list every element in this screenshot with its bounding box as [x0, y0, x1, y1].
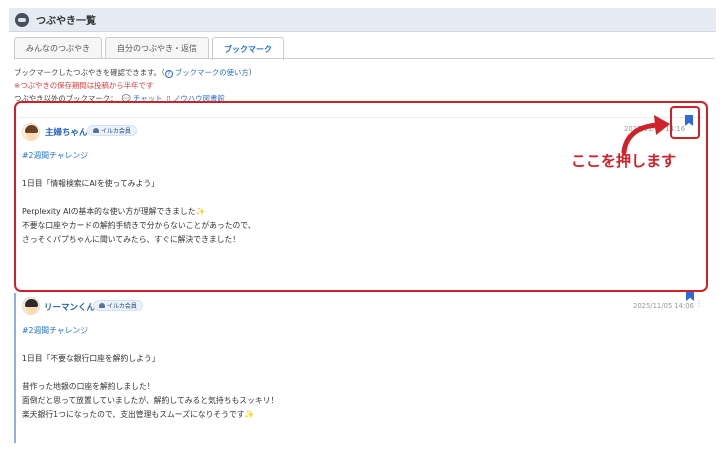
member-badge: イルカ会員 [93, 300, 143, 311]
hashtag[interactable]: #2週間チャレンジ [22, 324, 278, 338]
more-menu-icon[interactable]: ⋮ [695, 300, 703, 308]
chat-link[interactable]: 💬 チャット [121, 94, 162, 103]
retention-notice: ※つぶやきの保存期間は投稿から半年です [14, 81, 154, 90]
chat-icon: 💬 [121, 94, 131, 103]
dolphin-icon [99, 303, 105, 308]
tab-bar: みんなのつぶやき 自分のつぶやき・返信 ブックマーク [14, 37, 287, 60]
sparkle-icon: ✨ [244, 410, 255, 419]
page-title: つぶやき一覧 [36, 16, 96, 27]
timestamp: 2025/11/05 14:06 [633, 302, 694, 310]
book-icon: ▯ [166, 94, 171, 103]
username[interactable]: 主婦ちゃん [45, 126, 88, 138]
bookmark-icon[interactable] [685, 115, 693, 126]
avatar[interactable] [22, 297, 40, 315]
bookmark-icon[interactable] [686, 290, 694, 301]
post-card: リーマンくん イルカ会員 2025/11/05 14:06 ⋮ #2週間チャレン… [14, 290, 708, 443]
annotation-label: ここを押します [571, 152, 677, 170]
avatar[interactable] [22, 123, 40, 141]
page-header: つぶやき一覧 [9, 8, 716, 32]
tab-everyone[interactable]: みんなのつぶやき [14, 37, 102, 59]
hashtag[interactable]: #2週間チャレンジ [22, 149, 256, 163]
tab-mine[interactable]: 自分のつぶやき・返信 [105, 37, 209, 59]
help-link[interactable]: ? ブックマークの使い方 [164, 68, 249, 78]
post-body: #2週間チャレンジ 1日目「情報検索にAIを使ってみよう」 Perplexity… [22, 149, 256, 244]
username[interactable]: リーマンくん [44, 301, 95, 313]
tab-bookmarks[interactable]: ブックマーク [212, 37, 284, 60]
bookmark-description: ブックマークしたつぶやきを確認できます。（? ブックマークの使い方） [14, 68, 257, 78]
sparkle-icon: ✨ [195, 207, 206, 216]
member-badge: イルカ会員 [87, 125, 137, 136]
other-bookmarks: つぶやき以外のブックマーク： 💬 チャット ▯ ノウハウ図書館 [14, 94, 225, 103]
dolphin-icon [93, 128, 99, 133]
tab-divider [14, 58, 714, 59]
help-icon: ? [164, 70, 173, 78]
chat-bubble-icon [15, 12, 29, 27]
knowhow-link[interactable]: ▯ ノウハウ図書館 [167, 94, 225, 103]
post-body: #2週間チャレンジ 1日目「不要な銀行口座を解約しよう」 昔作った地銀の口座を解… [22, 324, 279, 419]
